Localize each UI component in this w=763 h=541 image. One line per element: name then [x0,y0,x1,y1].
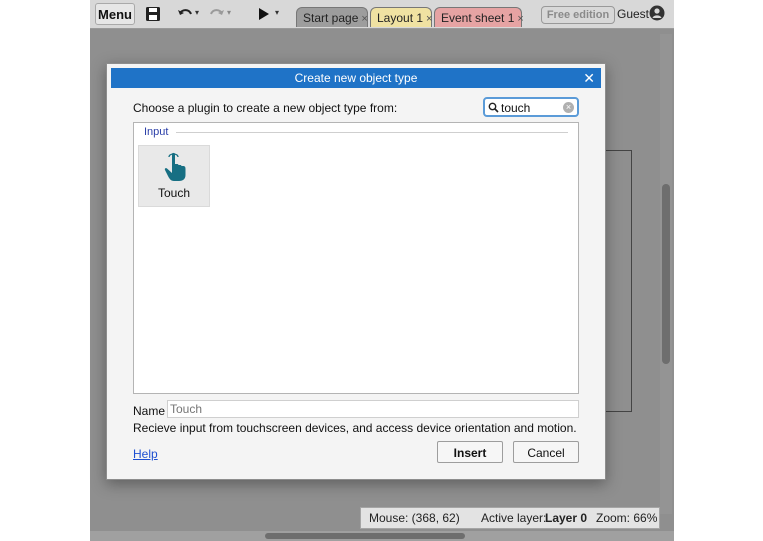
undo-dropdown-icon[interactable]: ▾ [195,8,199,17]
menu-button[interactable]: Menu [95,3,135,25]
search-input[interactable] [501,100,561,116]
name-label: Name [133,404,166,418]
mouse-position: Mouse: (368, 62) [369,511,460,525]
user-icon[interactable] [649,5,665,21]
redo-dropdown-icon[interactable]: ▾ [227,8,231,17]
plugin-description: Recieve input from touchscreen devices, … [133,421,577,435]
search-icon [488,102,499,113]
tab-start-page[interactable]: Start page × [296,7,368,27]
clear-search-icon[interactable]: × [563,102,574,113]
free-edition-badge[interactable]: Free edition [541,6,615,24]
vertical-scrollbar[interactable] [660,34,672,514]
status-bar: Mouse: (368, 62) Active layer: Layer 0 Z… [360,507,660,529]
play-icon[interactable] [254,5,272,23]
group-divider [176,132,568,133]
user-name[interactable]: Guest [617,6,649,22]
redo-icon[interactable] [208,5,226,23]
plugin-list: Input Touch [133,122,579,394]
tab-label: Start page [303,11,359,25]
touch-hand-icon [164,152,186,181]
tab-label: Layout 1 [377,11,424,25]
dialog-title-bar: Create new object type ✕ [111,68,601,88]
tab-label: Event sheet 1 [441,11,515,25]
create-object-dialog: Create new object type ✕ Choose a plugin… [106,63,606,480]
insert-button[interactable]: Insert [437,441,503,463]
search-box[interactable]: × [483,97,579,117]
horizontal-scrollbar-thumb[interactable] [265,533,465,539]
name-field[interactable] [167,400,579,418]
tab-event-sheet-1[interactable]: Event sheet 1 × [434,7,524,27]
save-icon[interactable] [144,5,162,23]
main-toolbar: Menu ▾ ▾ ▾ Start page × Layout 1 × Event s… [90,0,674,29]
cancel-button[interactable]: Cancel [513,441,579,463]
tab-layout-1[interactable]: Layout 1 × [370,7,432,27]
play-dropdown-icon[interactable]: ▾ [275,8,279,17]
dialog-prompt: Choose a plugin to create a new object t… [133,101,398,115]
active-layer-label: Active layer: [481,511,547,525]
plugin-label: Touch [157,186,191,200]
tab-close-icon[interactable]: × [361,13,367,25]
help-link[interactable]: Help [133,447,158,461]
undo-icon[interactable] [176,5,194,23]
dialog-title: Create new object type [294,71,418,85]
vertical-scrollbar-thumb[interactable] [662,184,670,364]
horizontal-scrollbar[interactable] [90,531,674,541]
close-icon[interactable]: ✕ [583,68,595,88]
zoom-level: Zoom: 66% [596,511,658,525]
tab-close-icon[interactable]: × [517,13,523,25]
plugin-tile-touch[interactable]: Touch [138,145,210,207]
plugin-group-label: Input [144,126,169,138]
active-layer-value: Layer 0 [545,511,588,525]
tab-close-icon[interactable]: × [426,13,432,25]
